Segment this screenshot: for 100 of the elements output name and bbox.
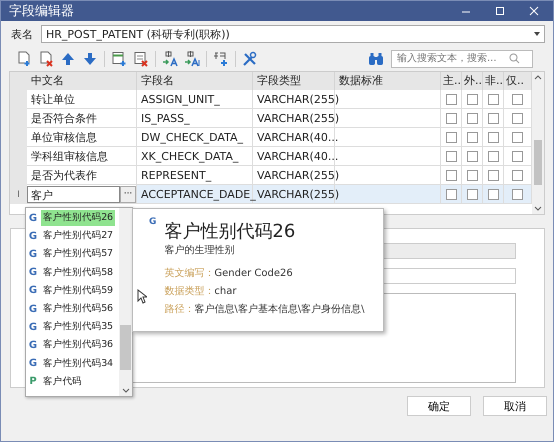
translate-all-icon[interactable] — [184, 50, 200, 66]
suggestion-item[interactable]: G 客户性别代码56 — [26, 300, 119, 318]
suggestion-item[interactable]: G 客户性别代码34 — [26, 354, 119, 373]
maximize-icon[interactable] — [495, 6, 505, 16]
field-value: char — [214, 285, 236, 299]
checkbox[interactable] — [466, 170, 478, 180]
checkbox[interactable] — [466, 188, 478, 200]
scroll-thumb[interactable] — [534, 140, 542, 185]
checkbox[interactable] — [512, 94, 523, 104]
scroll-up-icon[interactable] — [534, 75, 542, 80]
tools-icon[interactable] — [242, 50, 258, 66]
type-letter: G — [28, 248, 38, 260]
suggestion-item[interactable]: G 客户性别代码57 — [26, 245, 119, 264]
checkbox[interactable] — [466, 150, 478, 162]
table-cell: VARCHAR(40... — [257, 130, 338, 144]
ok-button[interactable]: 确定 — [407, 396, 471, 416]
mouse-pointer-icon — [137, 289, 147, 304]
table-cell: VARCHAR(255) — [257, 188, 340, 200]
up-arrow-icon[interactable] — [60, 50, 76, 66]
caret-icon[interactable] — [534, 32, 540, 36]
field-value: Gender Code26 — [214, 267, 293, 281]
checkbox[interactable] — [512, 132, 523, 142]
table-row[interactable]: 转让单位 ASSIGN_UNIT_ VARCHAR(255) — [10, 90, 532, 109]
type-letter: G — [28, 230, 38, 242]
add-table-icon[interactable] — [111, 50, 127, 66]
table-row[interactable]: I 客户 ··· ACCEPTANCE_DADE_VARCHAR(255) — [10, 185, 532, 204]
checkbox[interactable] — [488, 150, 498, 162]
translate-icon[interactable] — [162, 50, 178, 66]
suggestion-text: 客户性别代码57 — [42, 247, 114, 262]
checkbox[interactable] — [488, 112, 498, 124]
suggestion-item[interactable]: G 客户性别代码36 — [26, 336, 119, 354]
type-letter: G — [28, 340, 38, 351]
table-name-dropdown[interactable]: HR_POST_PATENT (科研专利(职称)) — [41, 25, 545, 43]
scroll-thumb[interactable] — [120, 325, 131, 370]
suggestion-item[interactable]: P 客户代码 — [26, 372, 119, 391]
suggestion-text: 客户性别代码35 — [42, 320, 114, 334]
scroll-down-icon[interactable] — [122, 388, 130, 393]
add-document-icon[interactable] — [16, 50, 32, 66]
row-indicator: I — [17, 190, 20, 200]
suggestion-item[interactable]: G 客户性别代码26 — [26, 209, 119, 228]
table-cell: ASSIGN_UNIT_ — [141, 92, 220, 106]
checkbox[interactable] — [466, 132, 478, 142]
search-icon[interactable] — [509, 53, 520, 64]
table-name-label: 表名 — [11, 26, 33, 42]
table-row[interactable]: 是否符合条件 IS_PASS_ VARCHAR(255) — [10, 109, 532, 128]
field-label: 英文编写： — [164, 266, 214, 281]
checkbox[interactable] — [488, 94, 498, 104]
table-cell: REPRESENT_ — [141, 168, 212, 182]
checkbox[interactable] — [512, 150, 523, 162]
checkbox[interactable] — [446, 112, 456, 124]
checkbox[interactable] — [488, 132, 498, 142]
suggestion-item[interactable]: G 客户性别代码27 — [26, 227, 119, 246]
tooltip-description: 客户的生理性别 — [164, 244, 236, 257]
table-row[interactable]: 单位审核信息 DW_CHECK_DATA_ VARCHAR(40... — [10, 128, 532, 147]
table-cell: VARCHAR(255) — [257, 168, 340, 182]
checkbox[interactable] — [446, 188, 456, 200]
suggestion-item[interactable]: G 客户性别代码59 — [26, 282, 119, 300]
checkbox[interactable] — [446, 170, 456, 180]
field-label: 数据类型： — [164, 284, 214, 299]
checkbox[interactable] — [466, 94, 478, 104]
binoculars-icon[interactable] — [367, 50, 385, 66]
suggestion-text: 客户代码 — [42, 374, 83, 389]
name-input-field[interactable]: 客户 — [27, 186, 120, 202]
checkbox[interactable] — [446, 94, 456, 104]
cancel-button[interactable]: 取消 — [483, 396, 547, 416]
checkbox[interactable] — [488, 170, 498, 180]
checkbox[interactable] — [446, 150, 456, 162]
suggestion-item[interactable]: G 客户性别代码35 — [26, 318, 119, 336]
table-row[interactable]: 学科组审核信息 XK_CHECK_DATA_ VARCHAR(40... — [10, 147, 532, 166]
table-cell: 学科组审核信息 — [31, 148, 108, 164]
table-cell: IS_PASS_ — [141, 112, 190, 124]
checkbox[interactable] — [466, 112, 478, 124]
type-letter: G — [28, 322, 38, 333]
scroll-down-icon[interactable] — [534, 206, 542, 211]
scrollbar[interactable] — [119, 208, 132, 396]
table-cell: 是否符合条件 — [31, 110, 97, 126]
close-icon[interactable] — [529, 6, 539, 16]
table-cell: ACCEPTANCE_DADE_ — [141, 188, 256, 200]
add-word-icon[interactable] — [213, 50, 229, 66]
down-arrow-icon[interactable] — [82, 50, 98, 66]
checkbox[interactable] — [446, 132, 456, 142]
checkbox[interactable] — [512, 188, 523, 200]
table-row[interactable]: 是否为代表作 REPRESENT_ VARCHAR(255) — [10, 166, 532, 185]
suggestion-text: 客户性别代码59 — [42, 284, 114, 298]
browse-button[interactable]: ··· — [120, 186, 136, 202]
checkbox[interactable] — [512, 170, 523, 180]
suggestion-item[interactable]: G 客户性别代码58 — [26, 264, 119, 282]
table-cell: 单位审核信息 — [31, 130, 97, 144]
type-letter: G — [28, 267, 38, 278]
checkbox[interactable] — [512, 112, 523, 124]
delete-document-icon[interactable] — [38, 50, 54, 66]
scrollbar[interactable] — [532, 72, 544, 214]
suggestion-text: 客户性别代码26 — [41, 210, 115, 226]
delete-table-icon[interactable] — [133, 50, 149, 66]
checkbox[interactable] — [488, 188, 498, 200]
suggestion-text: 客户性别代码36 — [42, 338, 114, 352]
field-value: 客户信息\客户基本信息\客户身份信息\ — [194, 302, 364, 317]
suggestion-text: 客户性别代码58 — [42, 266, 114, 280]
window-title: 字段编辑器 — [9, 3, 75, 20]
table-cell: 是否为代表作 — [31, 168, 97, 182]
